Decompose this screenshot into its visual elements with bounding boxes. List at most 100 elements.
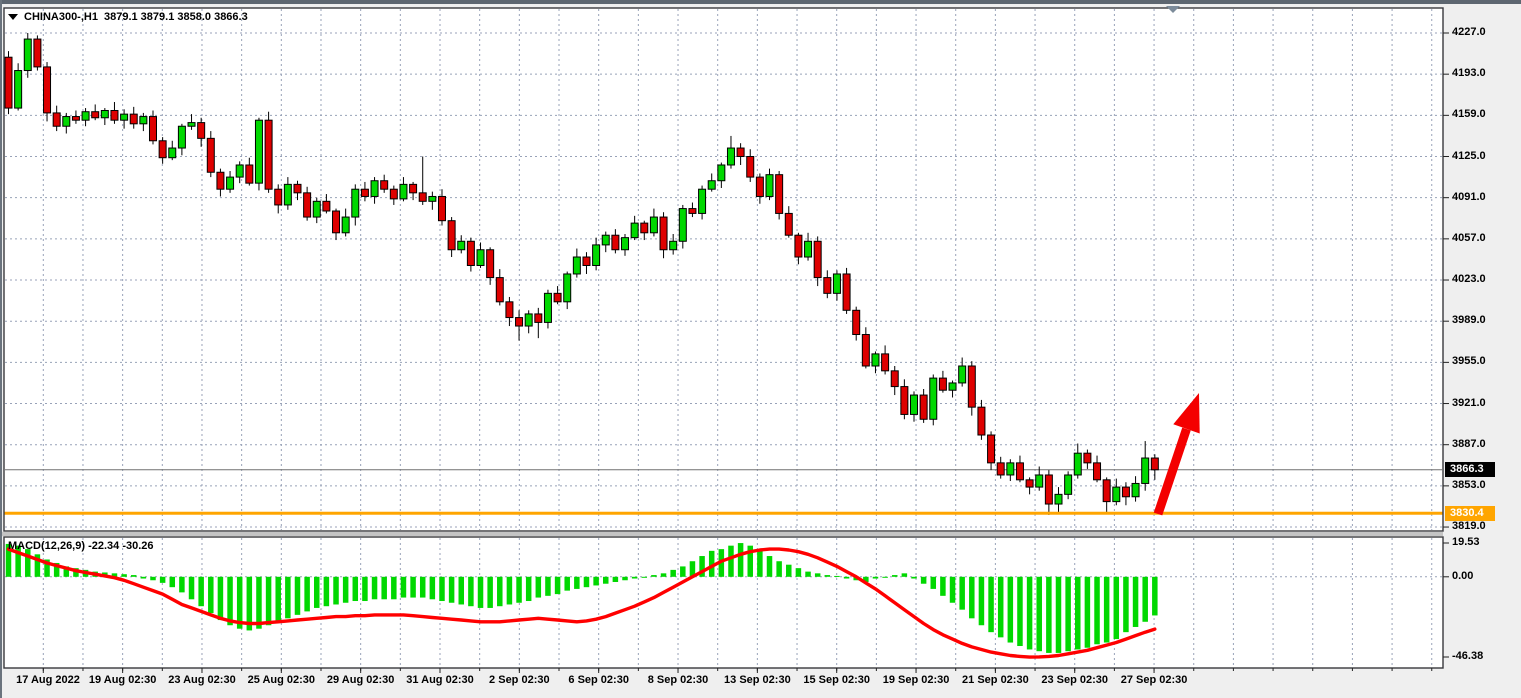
candle-bullish xyxy=(24,39,31,70)
price-axis-label: 4023.0 xyxy=(1452,273,1486,285)
candle-bullish xyxy=(833,274,840,293)
candle-bearish xyxy=(1094,463,1101,480)
candle-bullish xyxy=(959,366,966,383)
time-axis-label: 23 Aug 02:30 xyxy=(168,674,235,686)
candle-bullish xyxy=(63,117,70,127)
candle-bearish xyxy=(814,241,821,277)
macd-histogram-bar xyxy=(487,577,493,608)
macd-histogram-bar xyxy=(632,577,638,579)
macd-histogram-bar xyxy=(1123,577,1129,632)
candle-bearish xyxy=(294,184,301,192)
candle-bearish xyxy=(506,302,513,318)
macd-histogram-bar xyxy=(603,577,609,584)
mt4-chart-window: CHINA300-,H1 3879.1 3879.1 3858.0 3866.3… xyxy=(0,0,1521,698)
candle-bullish xyxy=(1074,453,1081,475)
candle-bearish xyxy=(467,241,474,265)
macd-histogram-bar xyxy=(295,577,301,615)
candle-bearish xyxy=(361,189,368,196)
candle-bearish xyxy=(785,213,792,235)
candle-bullish xyxy=(352,189,359,217)
candle-bullish xyxy=(101,110,108,117)
candle-bullish xyxy=(1007,463,1014,475)
candle-bullish xyxy=(573,257,580,274)
candle-bullish xyxy=(602,235,609,245)
time-axis-label: 25 Aug 02:30 xyxy=(248,674,315,686)
support-line[interactable] xyxy=(4,512,1443,515)
candle-bearish xyxy=(72,117,79,121)
candle-bearish xyxy=(988,435,995,463)
chart-canvas[interactable] xyxy=(0,0,1521,698)
macd-axis-label: -46.38 xyxy=(1452,650,1483,662)
window-top-edge xyxy=(0,0,1521,4)
macd-histogram-bar xyxy=(545,577,551,596)
candle-bullish xyxy=(718,165,725,181)
candle-bullish xyxy=(949,383,956,390)
candle-bearish xyxy=(1016,463,1023,480)
window-left-edge xyxy=(0,0,2,698)
macd-histogram-bar xyxy=(757,551,763,577)
macd-histogram-bar xyxy=(304,577,310,612)
macd-histogram-bar xyxy=(873,577,879,579)
candle-bullish xyxy=(1132,483,1139,496)
macd-histogram-bar xyxy=(131,575,137,577)
candle-bearish xyxy=(978,407,985,435)
macd-histogram-bar xyxy=(343,577,349,603)
macd-histogram-bar xyxy=(218,577,224,620)
macd-histogram-bar xyxy=(1056,577,1062,653)
macd-histogram-bar xyxy=(333,577,339,605)
macd-histogram-bar xyxy=(1046,577,1052,653)
candle-bullish xyxy=(140,117,147,124)
candle-bearish xyxy=(583,257,590,265)
candle-bullish xyxy=(708,181,715,189)
macd-histogram-bar xyxy=(170,577,176,587)
candle-bearish xyxy=(689,209,696,214)
candle-bearish xyxy=(53,113,60,126)
candle-bearish xyxy=(159,141,166,158)
macd-histogram-bar xyxy=(940,577,946,596)
candle-bullish xyxy=(1142,458,1149,483)
candle-bearish xyxy=(901,387,908,415)
symbol-dropdown-icon[interactable] xyxy=(8,14,18,20)
macd-histogram-bar xyxy=(834,576,840,577)
candle-bearish xyxy=(246,165,253,183)
macd-histogram-bar xyxy=(1075,577,1081,650)
symbol-timeframe-label: CHINA300-,H1 xyxy=(24,11,98,23)
candle-bullish xyxy=(371,181,378,197)
candle-bullish xyxy=(1113,487,1120,502)
price-axis-ticks xyxy=(1443,33,1449,657)
candle-bearish xyxy=(198,123,205,139)
candle-bearish xyxy=(882,354,889,371)
macd-histogram-bar xyxy=(642,577,648,578)
time-axis-label: 21 Sep 02:30 xyxy=(962,674,1029,686)
time-axis-label: 27 Sep 02:30 xyxy=(1121,674,1188,686)
price-axis-label: 4227.0 xyxy=(1452,26,1486,38)
macd-histogram-bar xyxy=(179,577,185,593)
candle-bullish xyxy=(169,148,176,158)
macd-histogram-bar xyxy=(430,577,436,599)
candle-bearish xyxy=(824,278,831,294)
price-axis-label: 4057.0 xyxy=(1452,232,1486,244)
macd-histogram-bar xyxy=(536,577,542,598)
macd-histogram-bar xyxy=(680,566,686,576)
candle-bullish xyxy=(477,250,484,266)
macd-histogram-bar xyxy=(825,575,831,577)
current-price-tag: 3866.3 xyxy=(1445,462,1495,477)
candle-bearish xyxy=(448,221,455,250)
main-panel-background xyxy=(4,8,1443,531)
macd-histogram-bar xyxy=(1085,577,1091,648)
macd-histogram-bar xyxy=(362,577,368,601)
macd-histogram-bar xyxy=(381,577,387,599)
candle-bearish xyxy=(737,148,744,156)
macd-histogram-bar xyxy=(478,577,484,608)
macd-histogram-bar xyxy=(449,577,455,603)
candle-bearish xyxy=(149,117,156,141)
candle-bullish xyxy=(564,274,571,302)
candle-bullish xyxy=(178,126,185,148)
candle-bullish xyxy=(727,148,734,165)
candle-bullish xyxy=(236,165,243,177)
macd-histogram-bar xyxy=(439,577,445,601)
macd-histogram-bar xyxy=(670,570,676,577)
panel-separator[interactable] xyxy=(0,532,1443,536)
time-axis-label: 31 Aug 02:30 xyxy=(406,674,473,686)
price-axis-label: 3989.0 xyxy=(1452,314,1486,326)
